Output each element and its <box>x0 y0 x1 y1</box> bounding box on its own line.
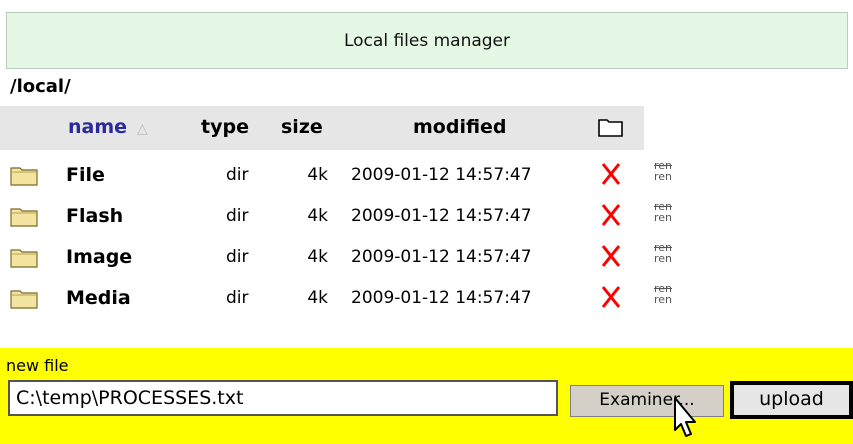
new-file-label: new file <box>6 356 69 375</box>
file-path-input[interactable] <box>8 380 558 416</box>
column-name-sort[interactable]: name △ <box>68 116 148 138</box>
file-type: dir <box>226 247 249 267</box>
delete-icon[interactable] <box>600 244 622 268</box>
sort-arrow-icon: △ <box>137 121 148 137</box>
file-modified: 2009-01-12 14:57:47 <box>351 247 532 267</box>
file-name-link[interactable]: File <box>66 164 105 186</box>
file-type: dir <box>226 288 249 308</box>
file-row: Flash dir 4k 2009-01-12 14:57:47 ren ren <box>0 197 700 237</box>
folder-icon[interactable] <box>10 205 38 227</box>
delete-icon[interactable] <box>600 162 622 186</box>
folder-icon[interactable] <box>10 246 38 268</box>
column-type: type <box>201 116 249 138</box>
file-row: Media dir 4k 2009-01-12 14:57:47 ren ren <box>0 279 700 319</box>
rename-label-bottom: ren <box>654 211 673 224</box>
column-header-bar: name △ type size modified <box>0 106 644 150</box>
file-type: dir <box>226 165 249 185</box>
folder-icon[interactable] <box>10 287 38 309</box>
browse-button[interactable]: Examiner... <box>570 385 724 417</box>
rename-label-bottom: ren <box>654 293 673 306</box>
file-name-link[interactable]: Flash <box>66 205 123 227</box>
file-name-link[interactable]: Media <box>66 287 131 309</box>
upload-form: new file Examiner... upload <box>0 348 853 444</box>
file-row: Image dir 4k 2009-01-12 14:57:47 ren ren <box>0 238 700 278</box>
new-folder-icon[interactable] <box>598 116 623 137</box>
rename-link[interactable]: ren ren <box>654 283 672 305</box>
rename-label-bottom: ren <box>654 170 673 183</box>
file-row: File dir 4k 2009-01-12 14:57:47 ren ren <box>0 156 700 196</box>
column-size: size <box>281 116 323 138</box>
delete-icon[interactable] <box>600 203 622 227</box>
folder-icon[interactable] <box>10 164 38 186</box>
file-size: 4k <box>307 206 328 226</box>
rename-label-bottom: ren <box>654 252 673 265</box>
upload-button[interactable]: upload <box>730 381 853 419</box>
file-modified: 2009-01-12 14:57:47 <box>351 288 532 308</box>
app-title: Local files manager <box>343 30 511 51</box>
rename-link[interactable]: ren ren <box>654 160 672 182</box>
file-name-link[interactable]: Image <box>66 246 132 268</box>
rename-link[interactable]: ren ren <box>654 242 672 264</box>
rename-link[interactable]: ren ren <box>654 201 672 223</box>
file-size: 4k <box>307 165 328 185</box>
delete-icon[interactable] <box>600 285 622 309</box>
file-modified: 2009-01-12 14:57:47 <box>351 206 532 226</box>
column-modified: modified <box>413 116 507 138</box>
app-header: Local files manager <box>6 12 848 69</box>
current-path: /local/ <box>10 76 71 97</box>
file-modified: 2009-01-12 14:57:47 <box>351 165 532 185</box>
column-name-label: name <box>68 116 128 138</box>
file-type: dir <box>226 206 249 226</box>
mouse-cursor-icon <box>674 397 696 437</box>
file-size: 4k <box>307 247 328 267</box>
file-size: 4k <box>307 288 328 308</box>
